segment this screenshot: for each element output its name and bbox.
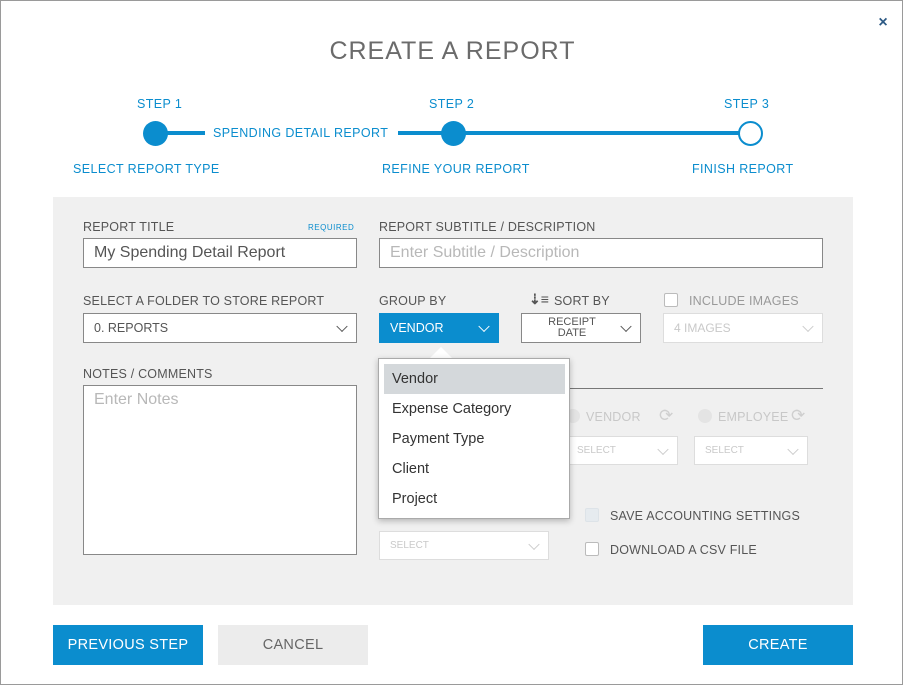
download-csv-label: DOWNLOAD A CSV FILE [610, 543, 757, 557]
step-1-caption: SELECT REPORT TYPE [73, 162, 220, 176]
chevron-down-icon [802, 320, 814, 333]
selected-report-type[interactable]: SPENDING DETAIL REPORT [213, 126, 388, 140]
required-indicator: REQUIRED [308, 223, 355, 232]
cancel-button[interactable]: CANCEL [218, 625, 368, 665]
chevron-down-icon [787, 443, 799, 455]
subtitle-input[interactable]: Enter Subtitle / Description [379, 238, 823, 268]
refresh-icon: ⟳ [791, 406, 806, 425]
previous-step-button[interactable]: PREVIOUS STEP [53, 625, 203, 665]
create-button[interactable]: CREATE [703, 625, 853, 665]
subtitle-label: REPORT SUBTITLE / DESCRIPTION [379, 220, 596, 234]
sort-by-label: SORT BY [554, 294, 610, 308]
modal-title: CREATE A REPORT [329, 37, 576, 65]
step-2-dot[interactable] [441, 121, 466, 146]
step-3-caption: FINISH REPORT [692, 162, 794, 176]
step-1-number: STEP 1 [137, 97, 183, 111]
dropdown-option-payment-type[interactable]: Payment Type [384, 424, 565, 454]
report-title-label: REPORT TITLE [83, 220, 175, 234]
step-2-caption: REFINE YOUR REPORT [382, 162, 530, 176]
vendor-mapping-select: SELECT [566, 436, 678, 465]
step-2-number: STEP 2 [429, 97, 475, 111]
folder-select[interactable]: 0. REPORTS [83, 313, 357, 343]
employee-radio-label: EMPLOYEE [718, 410, 789, 424]
close-icon[interactable]: × [873, 13, 893, 33]
group-by-dropdown-menu: Vendor Expense Category Payment Type Cli… [378, 358, 570, 519]
save-accounting-label: SAVE ACCOUNTING SETTINGS [610, 509, 801, 523]
sort-by-value-line-2: DATE [557, 327, 587, 339]
employee-mapping-value: SELECT [705, 445, 744, 456]
dropdown-option-client[interactable]: Client [384, 454, 565, 484]
accounting-left-select: SELECT [379, 531, 549, 560]
notes-textarea[interactable]: Enter Notes [83, 385, 357, 555]
chevron-down-icon [620, 320, 632, 333]
report-title-input[interactable]: My Spending Detail Report [83, 238, 357, 268]
create-report-modal: × CREATE A REPORT STEP 1 STEP 2 STEP 3 S… [0, 0, 903, 685]
group-by-value: VENDOR [390, 321, 444, 335]
folder-select-value: 0. REPORTS [94, 321, 169, 335]
sort-by-select[interactable]: RECEIPT DATE [521, 313, 641, 343]
step-1-dot[interactable] [143, 121, 168, 146]
step-3-number: STEP 3 [724, 97, 770, 111]
chevron-down-icon [657, 443, 669, 455]
vendor-radio-label: VENDOR [586, 410, 641, 424]
employee-radio [698, 409, 712, 423]
refresh-icon: ⟳ [659, 406, 674, 425]
employee-mapping-select: SELECT [694, 436, 808, 465]
notes-label: NOTES / COMMENTS [83, 367, 213, 381]
images-count-select: 4 IMAGES [663, 313, 823, 343]
step-3-dot[interactable] [738, 121, 763, 146]
images-count-value: 4 IMAGES [674, 321, 731, 335]
sort-by-value: RECEIPT DATE [522, 317, 622, 339]
vendor-mapping-value: SELECT [577, 445, 616, 456]
group-by-label: GROUP BY [379, 294, 447, 308]
chevron-down-icon [528, 538, 540, 550]
save-accounting-checkbox[interactable] [585, 508, 599, 522]
group-by-select[interactable]: VENDOR [379, 313, 499, 343]
sort-descending-icon: ⇣≡ [529, 291, 549, 307]
download-csv-checkbox[interactable] [585, 542, 599, 556]
chevron-down-icon [478, 320, 490, 333]
folder-label: SELECT A FOLDER TO STORE REPORT [83, 294, 325, 308]
dropdown-option-vendor[interactable]: Vendor [384, 364, 565, 394]
dropdown-option-expense-category[interactable]: Expense Category [384, 394, 565, 424]
accounting-left-value: SELECT [390, 540, 429, 551]
dropdown-option-project[interactable]: Project [384, 484, 565, 514]
include-images-label: INCLUDE IMAGES [689, 294, 799, 308]
chevron-down-icon [336, 320, 348, 333]
include-images-checkbox[interactable] [664, 293, 678, 307]
